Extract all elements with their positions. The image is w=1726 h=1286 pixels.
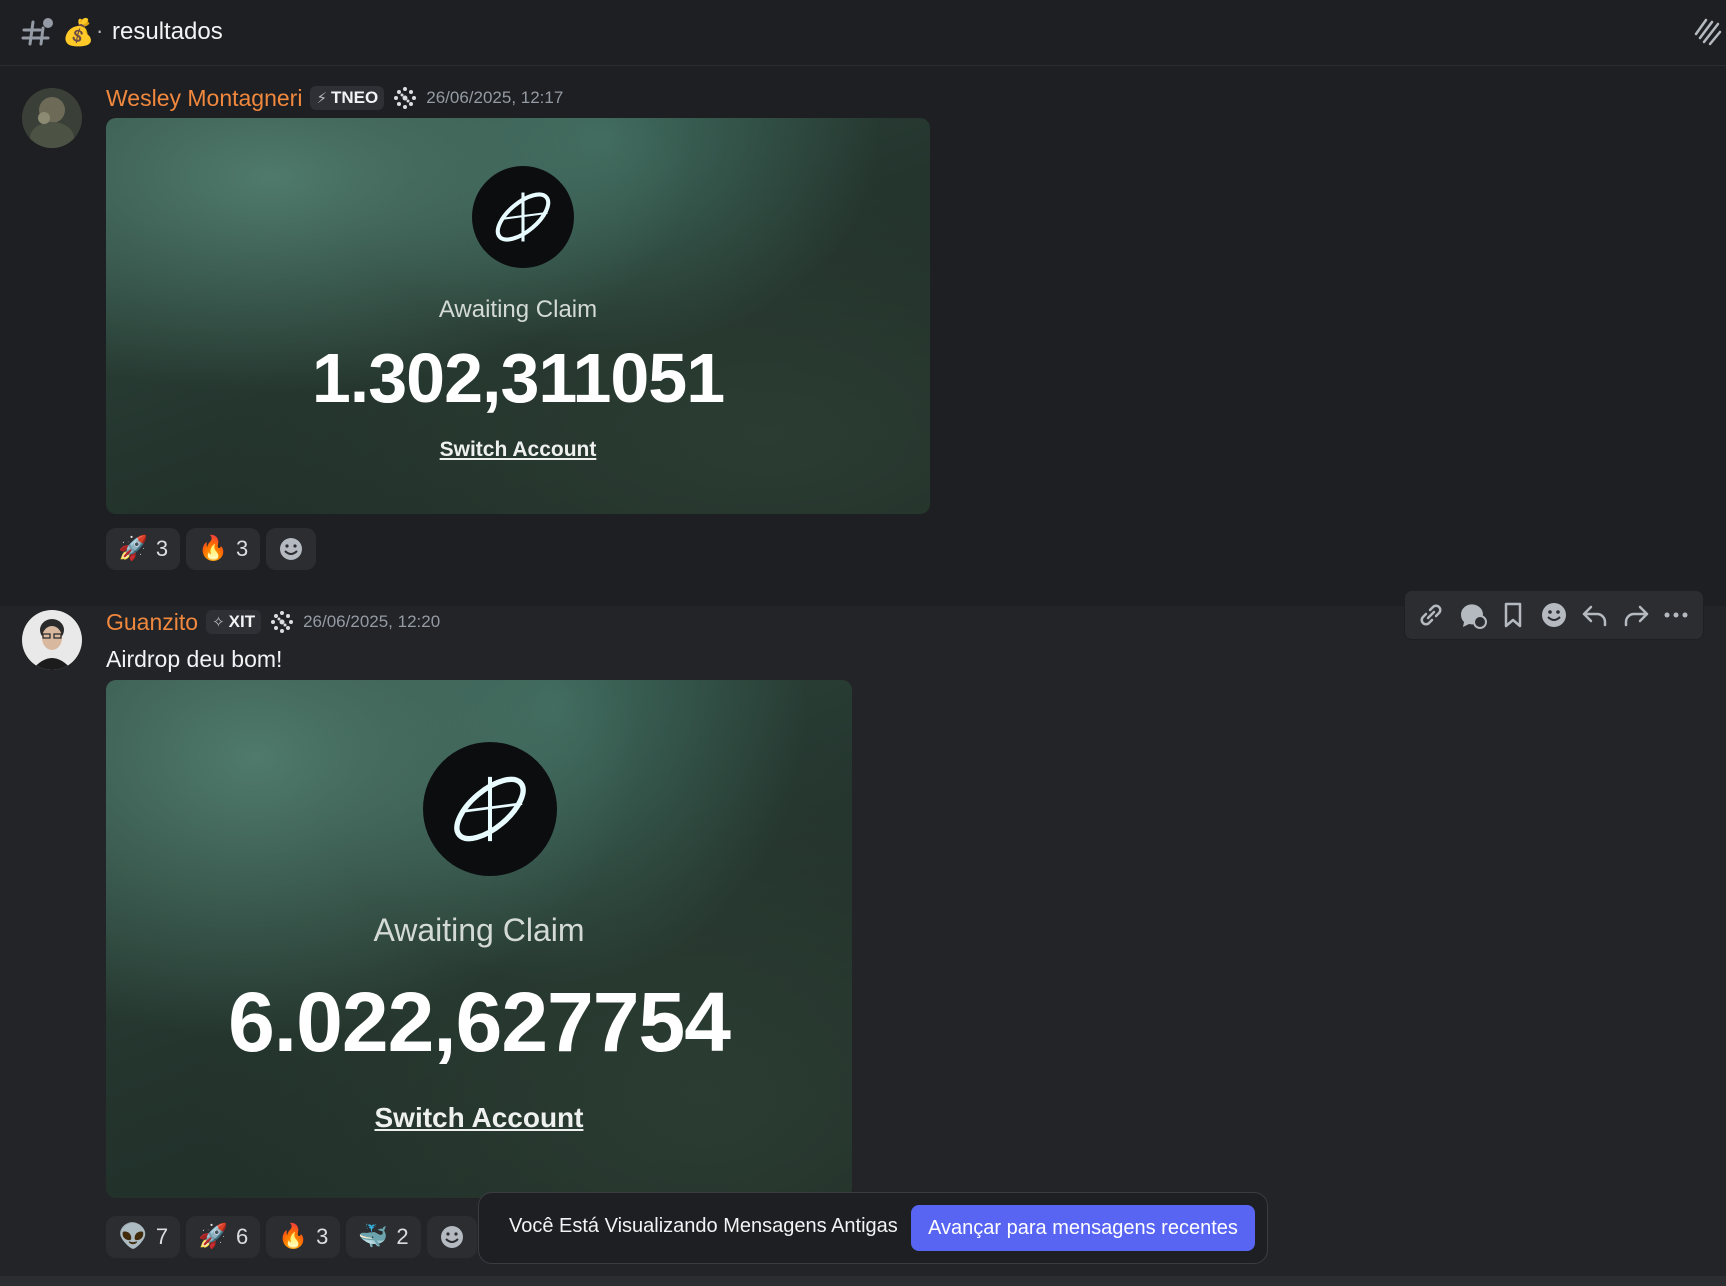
switch-account-link: Switch Account [374,1102,584,1133]
reaction-count: 3 [236,536,249,561]
lightning-icon: ⚡ [316,90,327,107]
awaiting-claim-label: Awaiting Claim [373,912,585,948]
bookmark-icon[interactable] [1497,599,1529,631]
reaction-count: 3 [316,1224,329,1249]
image-attachment[interactable]: Awaiting Claim 1.302,311051 Switch Accou… [106,118,930,514]
claim-amount: 6.022,627754 [228,975,731,1069]
smiley-icon [440,1226,463,1248]
orbit-logo-icon [423,742,557,876]
badge-icon[interactable] [392,85,418,111]
add-reaction-button[interactable] [266,528,317,570]
timestamp[interactable]: 26/06/2025, 12:20 [303,612,440,632]
reaction-fire[interactable]: 🔥 3 [186,528,261,570]
server-tag[interactable]: ✧ XIT [206,610,262,634]
message-text: Airdrop deu bom! [106,646,283,672]
sparkle-icon: ✧ [212,614,225,631]
channel-header: 💰 · resultados [0,0,1726,66]
message[interactable]: Wesley Montagneri ⚡ TNEO 26/06/2025, 12:… [0,66,1726,606]
add-reaction-icon[interactable] [1538,599,1570,631]
jump-to-present-button[interactable]: Avançar para mensagens recentes [911,1205,1255,1251]
rocket-icon: 🚀 [118,535,148,562]
link-icon[interactable] [1415,599,1447,631]
username[interactable]: Guanzito [106,609,198,636]
thread-icon[interactable] [1456,599,1488,631]
channel-name: resultados [112,18,223,45]
reaction-count: 6 [236,1224,249,1249]
viewing-older-messages-bar: Você Está Visualizando Mensagens Antigas… [478,1192,1268,1264]
server-tag-label: XIT [228,612,256,631]
server-tag-label: TNEO [331,88,379,107]
reactions: 🚀 3 🔥 3 [106,528,317,570]
reaction-count: 7 [155,1224,169,1249]
badge-icon[interactable] [269,609,295,635]
avatar[interactable] [22,610,82,670]
reaction-fire[interactable]: 🔥 3 [266,1216,341,1258]
channel-hash-icon[interactable] [20,14,56,50]
awaiting-claim-label: Awaiting Claim [438,296,598,323]
reply-icon[interactable] [1579,599,1611,631]
avatar[interactable] [22,88,82,148]
switch-account-link: Switch Account [439,438,597,461]
whale-icon: 🐳 [358,1223,389,1250]
username[interactable]: Wesley Montagneri [106,85,302,112]
fire-icon: 🔥 [198,535,229,562]
reaction-rocket[interactable]: 🚀 3 [106,528,181,570]
message[interactable]: Guanzito ✧ XIT 26/06/2025, 12:20 Airdrop… [0,590,1726,1276]
header-separator: · [96,18,104,43]
message-header: Guanzito ✧ XIT 26/06/2025, 12:20 [106,606,440,638]
message-actions-bar [1404,590,1704,640]
money-bag-icon: 💰 [62,17,95,47]
reaction-count: 2 [396,1224,409,1249]
composer-edge [0,1276,1726,1286]
orbit-logo-icon [472,166,574,268]
fire-icon: 🔥 [278,1223,309,1250]
more-options-icon[interactable] [1660,599,1692,631]
alien-icon: 👽 [118,1223,148,1250]
reaction-count: 3 [155,536,169,561]
reaction-whale[interactable]: 🐳 2 [346,1216,421,1258]
older-messages-notice: Você Está Visualizando Mensagens Antigas [509,1215,898,1237]
forward-icon[interactable] [1620,599,1652,631]
add-reaction-button[interactable] [426,1216,477,1258]
reaction-rocket[interactable]: 🚀 6 [186,1216,261,1258]
threads-icon[interactable] [1692,14,1722,48]
smiley-icon [280,538,303,560]
rocket-icon: 🚀 [198,1223,229,1250]
image-attachment[interactable]: Awaiting Claim 6.022,627754 Switch Accou… [106,680,852,1198]
reaction-alien[interactable]: 👽 7 [106,1216,181,1258]
reactions: 👽 7 🚀 6 🔥 3 🐳 2 [106,1216,477,1258]
message-header: Wesley Montagneri ⚡ TNEO 26/06/2025, 12:… [106,82,563,114]
timestamp[interactable]: 26/06/2025, 12:17 [426,88,563,108]
server-tag[interactable]: ⚡ TNEO [310,86,385,110]
claim-amount: 1.302,311051 [311,339,725,417]
